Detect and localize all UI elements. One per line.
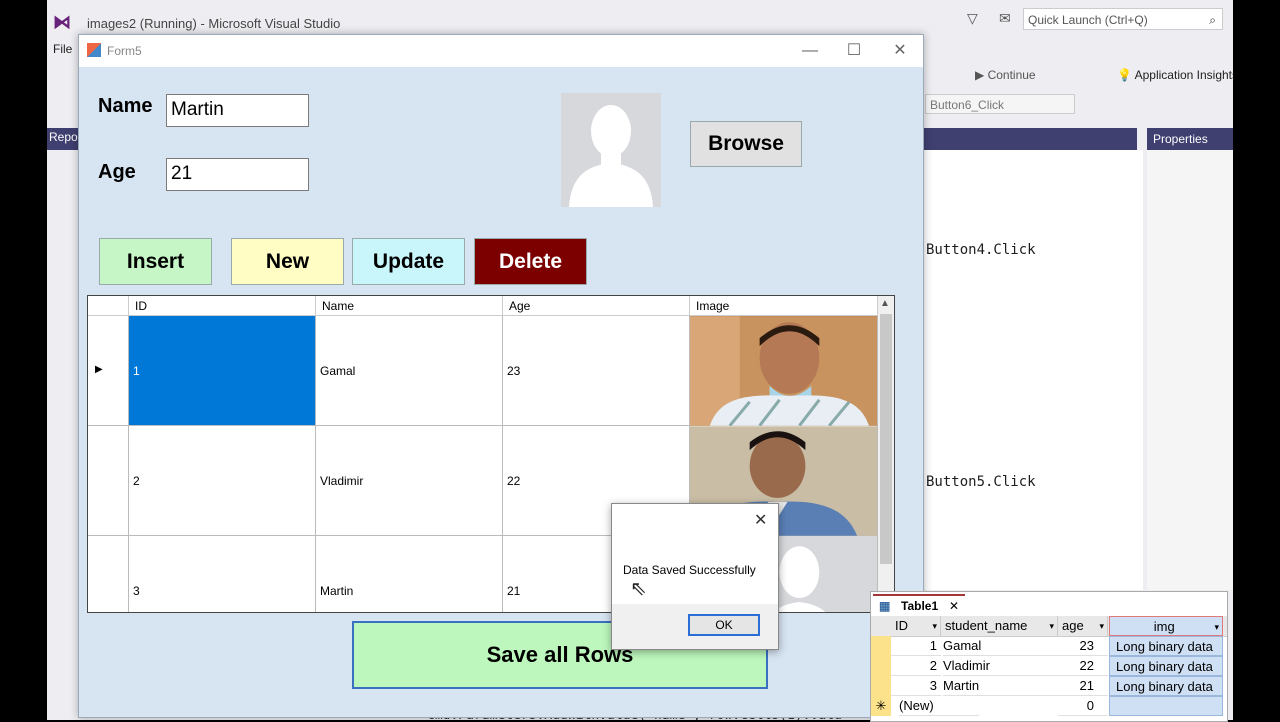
close-icon[interactable]: ✕ bbox=[754, 510, 767, 530]
name-label: Name bbox=[98, 95, 153, 117]
table-cell-id[interactable]: 1 bbox=[129, 316, 316, 426]
column-header-id[interactable]: ID ▾ bbox=[891, 616, 941, 636]
code-editor[interactable] bbox=[922, 150, 1143, 590]
column-header-age-label: age bbox=[1062, 618, 1084, 633]
form5-window: Form5 — ☐ ✕ Name Martin Age 21 Browse In… bbox=[78, 34, 924, 718]
quick-launch-placeholder: Quick Launch (Ctrl+Q) bbox=[1028, 13, 1148, 27]
access-cell-id[interactable]: 3 bbox=[891, 676, 941, 696]
record-selector[interactable] bbox=[871, 656, 891, 676]
continue-button[interactable]: ▶ Continue bbox=[975, 68, 1036, 82]
update-button[interactable]: Update bbox=[352, 238, 465, 285]
row-header[interactable]: ▶ bbox=[88, 316, 129, 426]
close-icon[interactable]: ✕ bbox=[885, 39, 915, 63]
row-header[interactable] bbox=[88, 426, 129, 536]
mouse-cursor-icon: ⇖ bbox=[630, 578, 647, 600]
vs-logo-icon: ⧑ bbox=[53, 12, 71, 32]
code-line-button5: Button5.Click bbox=[926, 474, 1036, 490]
record-selector[interactable] bbox=[871, 636, 891, 656]
tab-table1[interactable]: ▦ Table1 ✕ bbox=[873, 594, 965, 618]
access-cell-id[interactable]: 1 bbox=[891, 636, 941, 656]
vs-window-title: images2 (Running) - Microsoft Visual Stu… bbox=[87, 16, 341, 31]
screen-border bbox=[1233, 0, 1280, 720]
feedback-icon[interactable]: ✉ bbox=[999, 10, 1011, 27]
column-header-student-name-label: student_name bbox=[945, 618, 1028, 633]
record-selector[interactable] bbox=[871, 676, 891, 696]
delete-button[interactable]: Delete bbox=[474, 238, 587, 285]
insert-button[interactable]: Insert bbox=[99, 238, 212, 285]
column-header-img[interactable]: img ▾ bbox=[1109, 616, 1223, 636]
sort-dropdown-icon[interactable]: ▾ bbox=[932, 616, 940, 636]
access-cell-age[interactable]: 21 bbox=[1058, 676, 1108, 696]
column-header-student-name[interactable]: student_name ▾ bbox=[941, 616, 1058, 636]
ok-button[interactable]: OK bbox=[688, 614, 760, 636]
access-table-window: ▦ Table1 ✕ ID ▾ student_name ▾ age ▾ img… bbox=[870, 591, 1228, 722]
age-input[interactable]: 21 bbox=[166, 158, 309, 191]
quick-launch-input[interactable]: Quick Launch (Ctrl+Q) ⌕ bbox=[1023, 8, 1223, 30]
current-row-arrow-icon: ▶ bbox=[95, 364, 103, 375]
column-header-age[interactable]: Age bbox=[503, 296, 690, 316]
table-cell-image[interactable] bbox=[690, 315, 878, 426]
table-cell-age[interactable]: 23 bbox=[503, 316, 690, 426]
sort-dropdown-icon[interactable]: ▾ bbox=[1214, 617, 1222, 637]
new-button[interactable]: New bbox=[231, 238, 344, 285]
table-cell-id[interactable]: 2 bbox=[129, 426, 316, 536]
form-app-icon bbox=[87, 43, 101, 57]
new-record-icon[interactable]: ✳ bbox=[871, 696, 891, 716]
tab-left[interactable]: Repo bbox=[49, 130, 78, 144]
properties-panel-header: Properties bbox=[1147, 128, 1233, 150]
application-insights-button[interactable]: 💡 Application Insights bbox=[1117, 68, 1233, 82]
person-silhouette-icon bbox=[569, 105, 653, 207]
column-header-id-label: ID bbox=[895, 618, 908, 633]
browse-button[interactable]: Browse bbox=[690, 121, 802, 167]
close-icon[interactable]: ✕ bbox=[949, 596, 959, 616]
table-cell-name[interactable]: Martin bbox=[316, 536, 503, 612]
scroll-up-icon[interactable]: ▲ bbox=[880, 298, 890, 309]
column-header-img-label: img bbox=[1153, 619, 1175, 634]
access-new-row-label[interactable]: (New) bbox=[899, 696, 979, 716]
access-cell-age[interactable]: 22 bbox=[1058, 656, 1108, 676]
table-cell-name[interactable]: Gamal bbox=[316, 316, 503, 426]
avatar-placeholder-image bbox=[561, 93, 661, 207]
access-cell-age[interactable]: 23 bbox=[1058, 636, 1108, 656]
access-cell-name[interactable]: Gamal bbox=[943, 636, 1058, 656]
properties-panel[interactable] bbox=[1147, 150, 1233, 590]
search-icon[interactable]: ⌕ bbox=[1209, 9, 1216, 31]
menu-file[interactable]: File bbox=[53, 42, 72, 56]
column-header-name[interactable]: Name bbox=[316, 296, 503, 316]
table-cell-id[interactable]: 3 bbox=[129, 536, 316, 612]
student-photo-gamal bbox=[690, 315, 877, 426]
access-cell-name[interactable]: Martin bbox=[943, 676, 1058, 696]
column-header-image[interactable]: Image bbox=[690, 296, 878, 316]
minimize-icon[interactable]: — bbox=[795, 39, 825, 63]
age-label: Age bbox=[98, 161, 136, 183]
filter-icon[interactable]: ▽ bbox=[967, 10, 978, 27]
code-line-button4: Button4.Click bbox=[926, 242, 1036, 258]
method-dropdown[interactable]: Button6_Click bbox=[925, 94, 1075, 114]
access-cell-img[interactable]: Long binary data bbox=[1109, 656, 1223, 676]
column-header-id[interactable]: ID bbox=[129, 296, 316, 316]
scrollbar-thumb[interactable] bbox=[880, 314, 892, 564]
column-header-age[interactable]: age ▾ bbox=[1058, 616, 1108, 636]
message-text: Data Saved Successfully bbox=[623, 563, 756, 577]
table-icon: ▦ bbox=[879, 599, 891, 613]
access-new-row-age[interactable]: 0 bbox=[1058, 696, 1108, 716]
access-cell-img[interactable]: Long binary data bbox=[1109, 676, 1223, 696]
row-header[interactable] bbox=[88, 536, 129, 612]
access-new-row-img[interactable] bbox=[1109, 696, 1223, 716]
name-input[interactable]: Martin bbox=[166, 94, 309, 127]
access-cell-id[interactable]: 2 bbox=[891, 656, 941, 676]
maximize-icon[interactable]: ☐ bbox=[839, 39, 869, 63]
continue-label: Continue bbox=[987, 68, 1036, 82]
sort-dropdown-icon[interactable]: ▾ bbox=[1099, 616, 1107, 636]
row-header-corner bbox=[88, 296, 129, 316]
tab-table1-label: Table1 bbox=[901, 599, 939, 613]
access-cell-img[interactable]: Long binary data bbox=[1109, 636, 1223, 656]
table-cell-name[interactable]: Vladimir bbox=[316, 426, 503, 536]
access-cell-name[interactable]: Vladimir bbox=[943, 656, 1058, 676]
application-insights-label: Application Insights bbox=[1134, 68, 1233, 82]
form-title-bar: Form5 — ☐ ✕ bbox=[79, 35, 923, 67]
sort-dropdown-icon[interactable]: ▾ bbox=[1049, 616, 1057, 636]
form-title: Form5 bbox=[107, 44, 142, 58]
message-box-dialog: ✕ Data Saved Successfully ⇖ OK bbox=[611, 503, 779, 650]
